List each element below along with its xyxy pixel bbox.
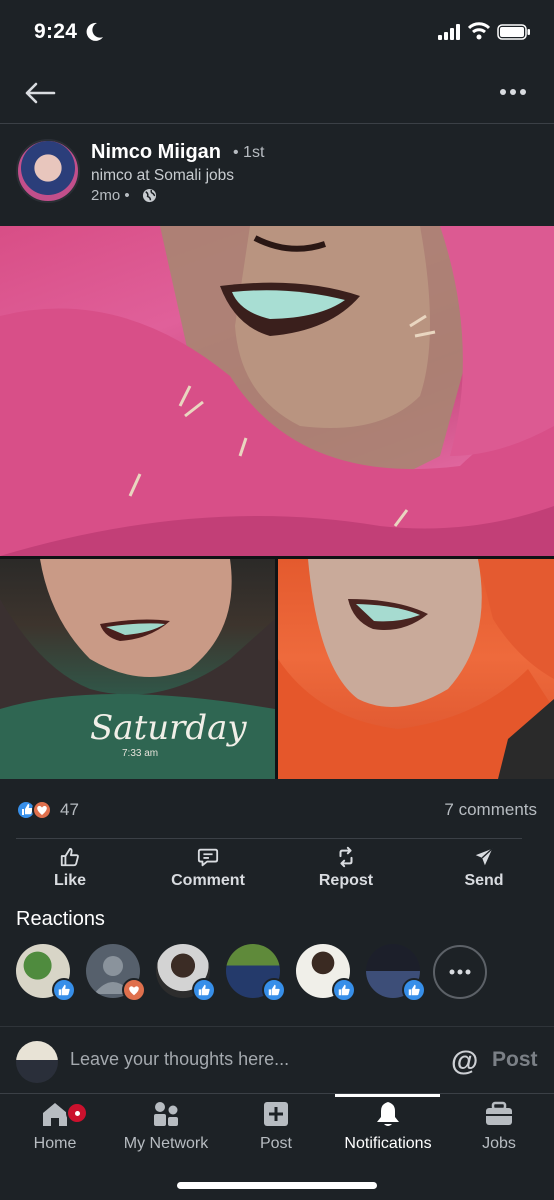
- bell-icon: [377, 1102, 399, 1126]
- like-reaction-icon: [52, 978, 76, 1002]
- tab-home-label: Home: [33, 1135, 77, 1152]
- love-reaction-icon: [122, 978, 146, 1002]
- connection-degree: • 1st: [233, 144, 265, 161]
- like-reaction-icon: [262, 978, 286, 1002]
- tab-notifications[interactable]: Notifications: [338, 1100, 438, 1153]
- like-reaction-icon: [332, 978, 356, 1002]
- comment-input[interactable]: Leave your thoughts here...: [70, 1049, 289, 1070]
- cellular-signal-icon: [438, 24, 460, 40]
- reactor-avatar[interactable]: [226, 944, 286, 1002]
- network-icon: [154, 1102, 178, 1126]
- back-button[interactable]: [24, 78, 60, 108]
- wifi-icon: [468, 22, 490, 40]
- tab-jobs[interactable]: Jobs: [479, 1100, 519, 1153]
- repost-label: Repost: [318, 872, 374, 889]
- author-avatar[interactable]: [16, 139, 80, 203]
- author-name[interactable]: Nimco Miigan: [91, 141, 221, 164]
- collage-caption-time: 7:33 am: [122, 748, 158, 759]
- reactor-avatar[interactable]: [86, 944, 146, 1002]
- repost-icon: [339, 846, 353, 868]
- moon-icon: [86, 22, 103, 41]
- reaction-count[interactable]: 47: [60, 800, 79, 820]
- mention-button[interactable]: @: [451, 1045, 478, 1077]
- portrait-illustration: [278, 559, 554, 779]
- post-actions: Like Comment Repost Send: [0, 840, 554, 902]
- like-icon: [60, 847, 79, 867]
- tab-my-network[interactable]: My Network: [120, 1100, 212, 1153]
- status-time: 9:24: [34, 20, 78, 43]
- like-reaction-icon: [402, 978, 426, 1002]
- reactor-avatar[interactable]: [296, 944, 356, 1002]
- battery-icon: [497, 24, 530, 40]
- current-user-avatar: [16, 1041, 58, 1083]
- tab-notifications-label: Notifications: [344, 1135, 432, 1152]
- more-reactions-button[interactable]: [433, 945, 487, 999]
- active-tab-indicator: [335, 1094, 440, 1097]
- reactor-avatar[interactable]: [16, 944, 76, 1002]
- post-image-bottom-right[interactable]: [278, 559, 554, 779]
- home-indicator: [177, 1182, 377, 1189]
- comment-button[interactable]: Comment: [168, 846, 248, 898]
- comment-icon: [197, 848, 219, 867]
- ellipsis-icon: [500, 89, 526, 95]
- comment-label: Comment: [171, 872, 245, 889]
- like-label: Like: [53, 872, 86, 889]
- reactor-avatar[interactable]: [156, 944, 216, 1002]
- briefcase-icon: [486, 1101, 512, 1125]
- status-bar: 9:24: [0, 0, 554, 66]
- divider: [16, 838, 522, 839]
- author-headline: nimco at Somali jobs: [91, 167, 235, 184]
- repost-button[interactable]: Repost: [316, 846, 376, 898]
- more-options-button[interactable]: [498, 80, 528, 104]
- notification-badge: [66, 1102, 88, 1124]
- post-image-bottom-left[interactable]: Saturday 7:33 am: [0, 559, 275, 779]
- send-label: Send: [464, 872, 504, 889]
- collage-caption: Saturday: [90, 708, 247, 748]
- portrait-illustration: [0, 226, 554, 556]
- reaction-summary-icons[interactable]: [16, 800, 56, 820]
- ellipsis-icon: [449, 969, 471, 975]
- reactions-title: Reactions: [16, 908, 105, 930]
- globe-icon: [142, 188, 157, 203]
- comments-count[interactable]: 7 comments: [444, 800, 537, 820]
- send-button[interactable]: Send: [460, 846, 508, 898]
- portrait-illustration: Saturday 7:33 am: [0, 559, 275, 779]
- back-arrow-icon: [25, 82, 56, 104]
- post-header: Nimco Miigan • 1st nimco at Somali jobs …: [0, 124, 554, 226]
- tab-jobs-label: Jobs: [482, 1135, 516, 1152]
- social-counts: 47 7 comments: [0, 790, 554, 830]
- comment-bar: Leave your thoughts here... @ Post: [0, 1026, 554, 1094]
- tab-post-label: Post: [259, 1135, 292, 1152]
- reactor-avatar[interactable]: [366, 944, 426, 1002]
- tab-post[interactable]: Post: [258, 1100, 294, 1153]
- tab-my-network-label: My Network: [123, 1135, 209, 1152]
- post-image-main[interactable]: [0, 226, 554, 556]
- post-image-collage[interactable]: Saturday 7:33 am: [0, 226, 554, 779]
- top-nav: [0, 66, 554, 124]
- send-icon: [475, 848, 493, 866]
- like-button[interactable]: Like: [50, 846, 90, 898]
- add-post-icon: [264, 1102, 288, 1126]
- like-reaction-icon: [192, 978, 216, 1002]
- post-time: 2mo •: [91, 187, 130, 204]
- post-comment-button[interactable]: Post: [492, 1048, 538, 1072]
